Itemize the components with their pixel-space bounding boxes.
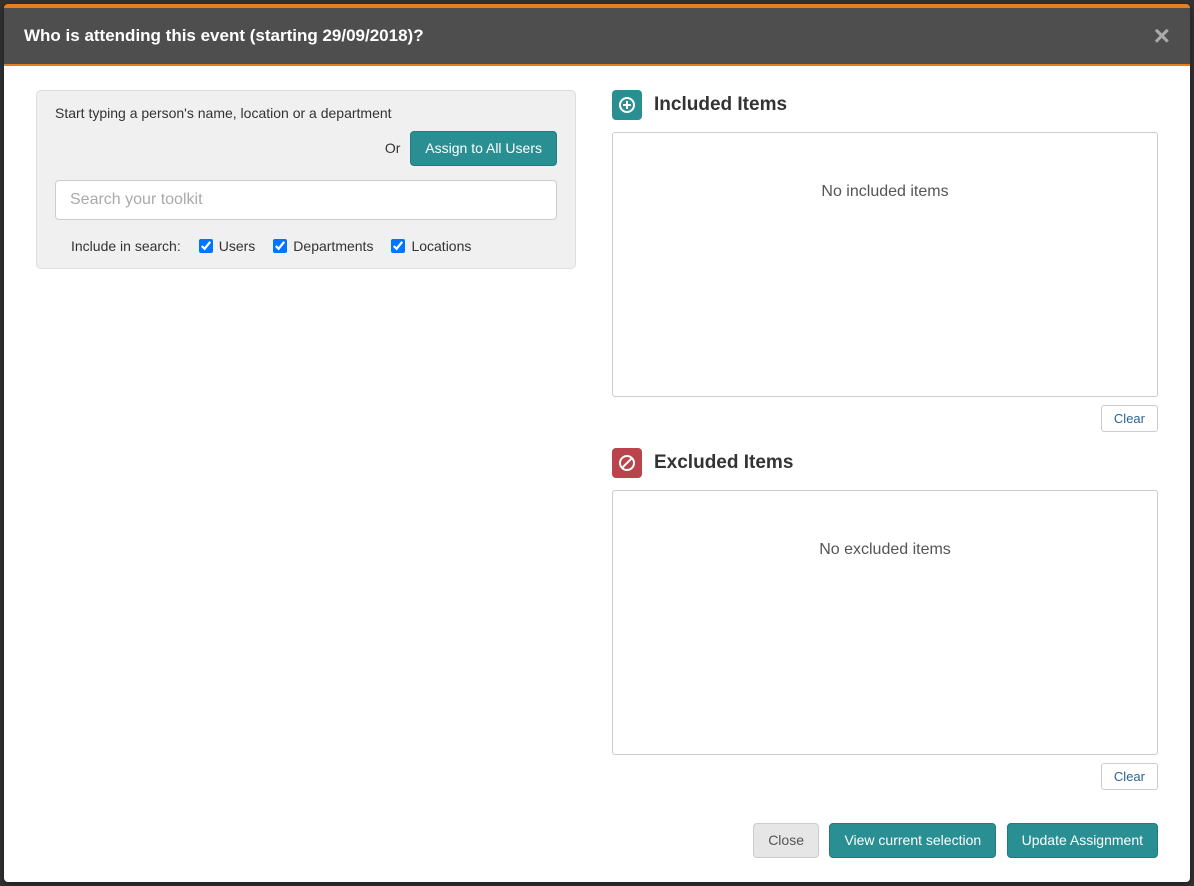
excluded-section: Excluded Items No excluded items Clear [612,448,1158,806]
update-assignment-button[interactable]: Update Assignment [1007,823,1158,858]
filter-locations-text: Locations [411,238,471,254]
search-instruction: Start typing a person's name, location o… [55,105,557,121]
excluded-items-box[interactable]: No excluded items [612,490,1158,755]
excluded-title: Excluded Items [654,452,793,474]
items-column: Included Items No included items Clear E… [612,90,1158,791]
filter-locations-label[interactable]: Locations [391,238,471,254]
or-label: Or [385,140,401,156]
include-label: Include in search: [71,238,181,254]
excluded-header: Excluded Items [612,448,1158,478]
included-items-box[interactable]: No included items [612,132,1158,397]
excluded-empty-text: No excluded items [819,541,951,559]
plus-circle-icon [612,90,642,120]
modal-header: Who is attending this event (starting 29… [4,8,1190,66]
included-header: Included Items [612,90,1158,120]
included-title: Included Items [654,94,787,116]
modal-dialog: Who is attending this event (starting 29… [4,4,1190,882]
included-clear-button[interactable]: Clear [1101,405,1158,432]
assign-all-button[interactable]: Assign to All Users [410,131,557,166]
filter-departments-label[interactable]: Departments [273,238,373,254]
included-empty-text: No included items [821,183,948,201]
close-button[interactable]: Close [753,823,819,858]
included-section: Included Items No included items Clear [612,90,1158,448]
search-filters: Include in search: Users Departments Loc… [55,238,557,254]
excluded-clear-button[interactable]: Clear [1101,763,1158,790]
filter-users-checkbox[interactable] [199,239,213,253]
modal-title: Who is attending this event (starting 29… [24,26,424,46]
filter-departments-text: Departments [293,238,373,254]
view-selection-button[interactable]: View current selection [829,823,996,858]
ban-circle-icon [612,448,642,478]
assign-row: Or Assign to All Users [55,131,557,166]
search-column: Start typing a person's name, location o… [36,90,576,791]
modal-footer: Close View current selection Update Assi… [4,807,1190,882]
filter-users-label[interactable]: Users [199,238,256,254]
modal-body: Start typing a person's name, location o… [4,66,1190,807]
filter-users-text: Users [219,238,256,254]
search-input[interactable] [55,180,557,220]
filter-locations-checkbox[interactable] [391,239,405,253]
search-panel: Start typing a person's name, location o… [36,90,576,269]
filter-departments-checkbox[interactable] [273,239,287,253]
close-icon[interactable]: × [1154,22,1170,50]
